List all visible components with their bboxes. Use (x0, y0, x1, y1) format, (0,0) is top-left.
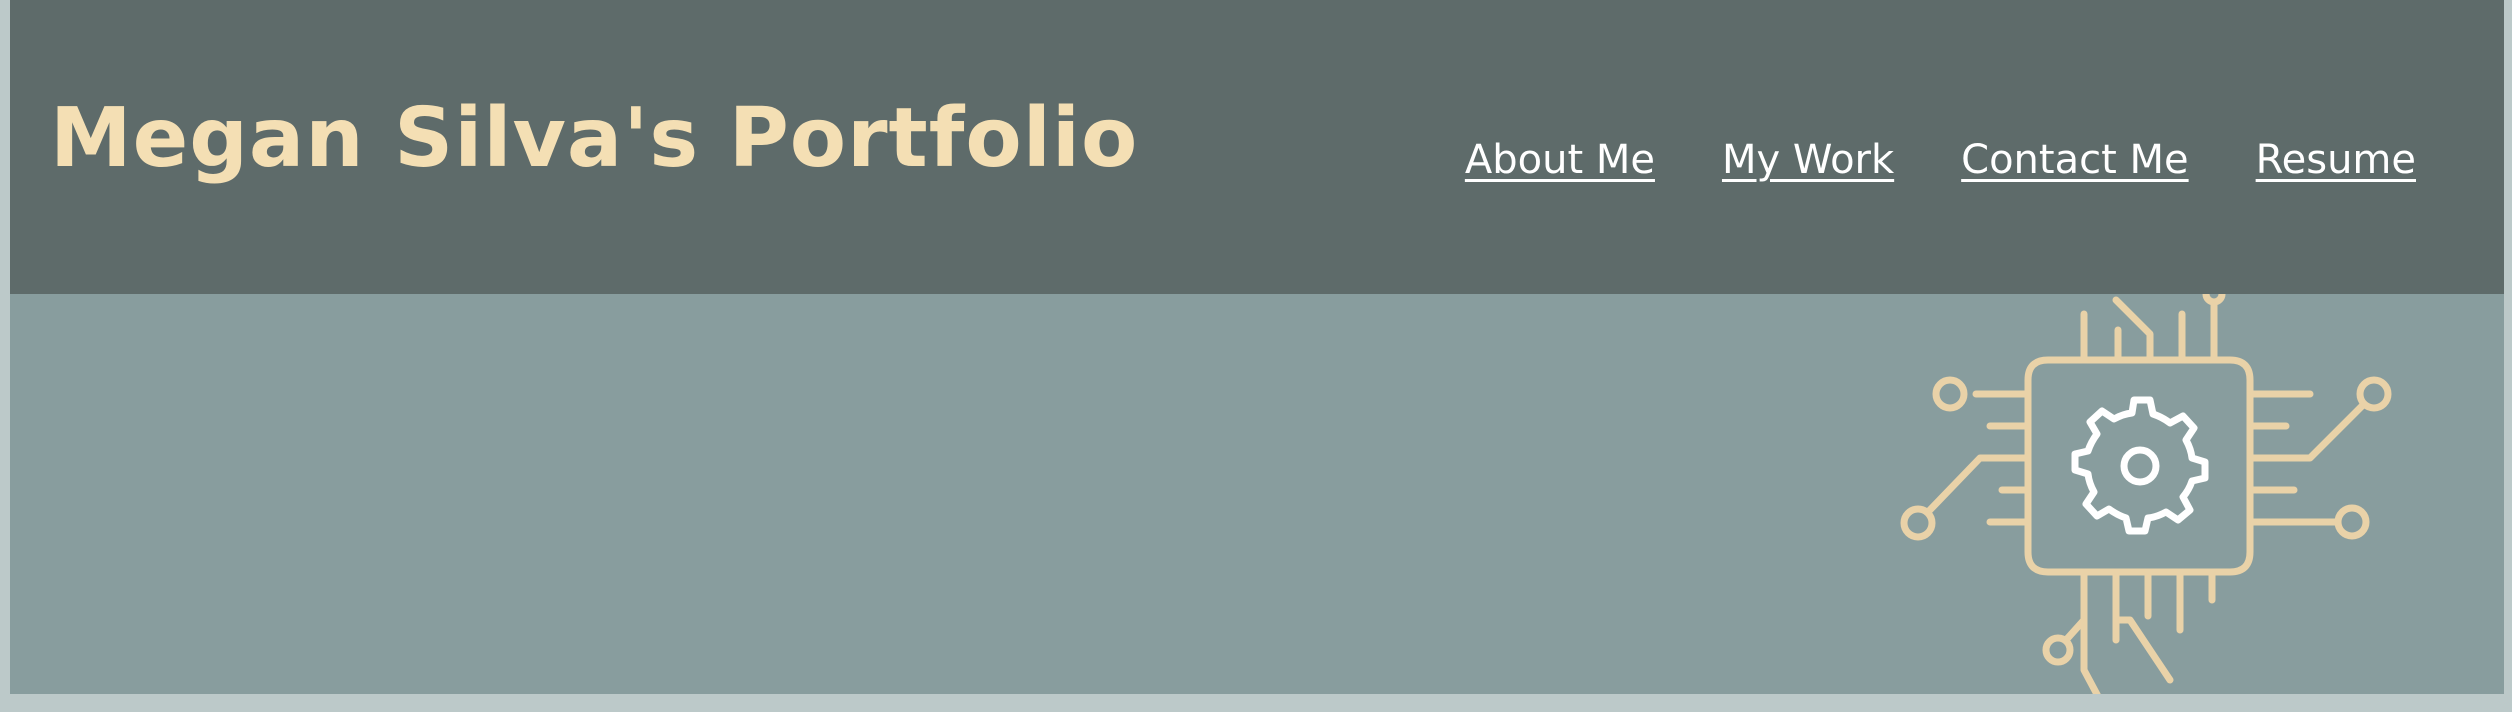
nav-link-contact-me[interactable]: Contact Me (1961, 140, 2188, 180)
page: Megan Silva's Portfolio About Me My Work… (10, 0, 2504, 694)
main-nav: About Me My Work Contact Me Resume (1465, 140, 2416, 180)
nav-link-about-me[interactable]: About Me (1465, 140, 1655, 180)
nav-link-my-work[interactable]: My Work (1722, 140, 1894, 180)
hero-banner (10, 294, 2504, 694)
site-title: Megan Silva's Portfolio (50, 91, 1139, 186)
site-header: Megan Silva's Portfolio About Me My Work… (10, 0, 2504, 294)
nav-link-resume[interactable]: Resume (2256, 140, 2416, 180)
circuit-chip-gear-icon (1900, 294, 2392, 694)
